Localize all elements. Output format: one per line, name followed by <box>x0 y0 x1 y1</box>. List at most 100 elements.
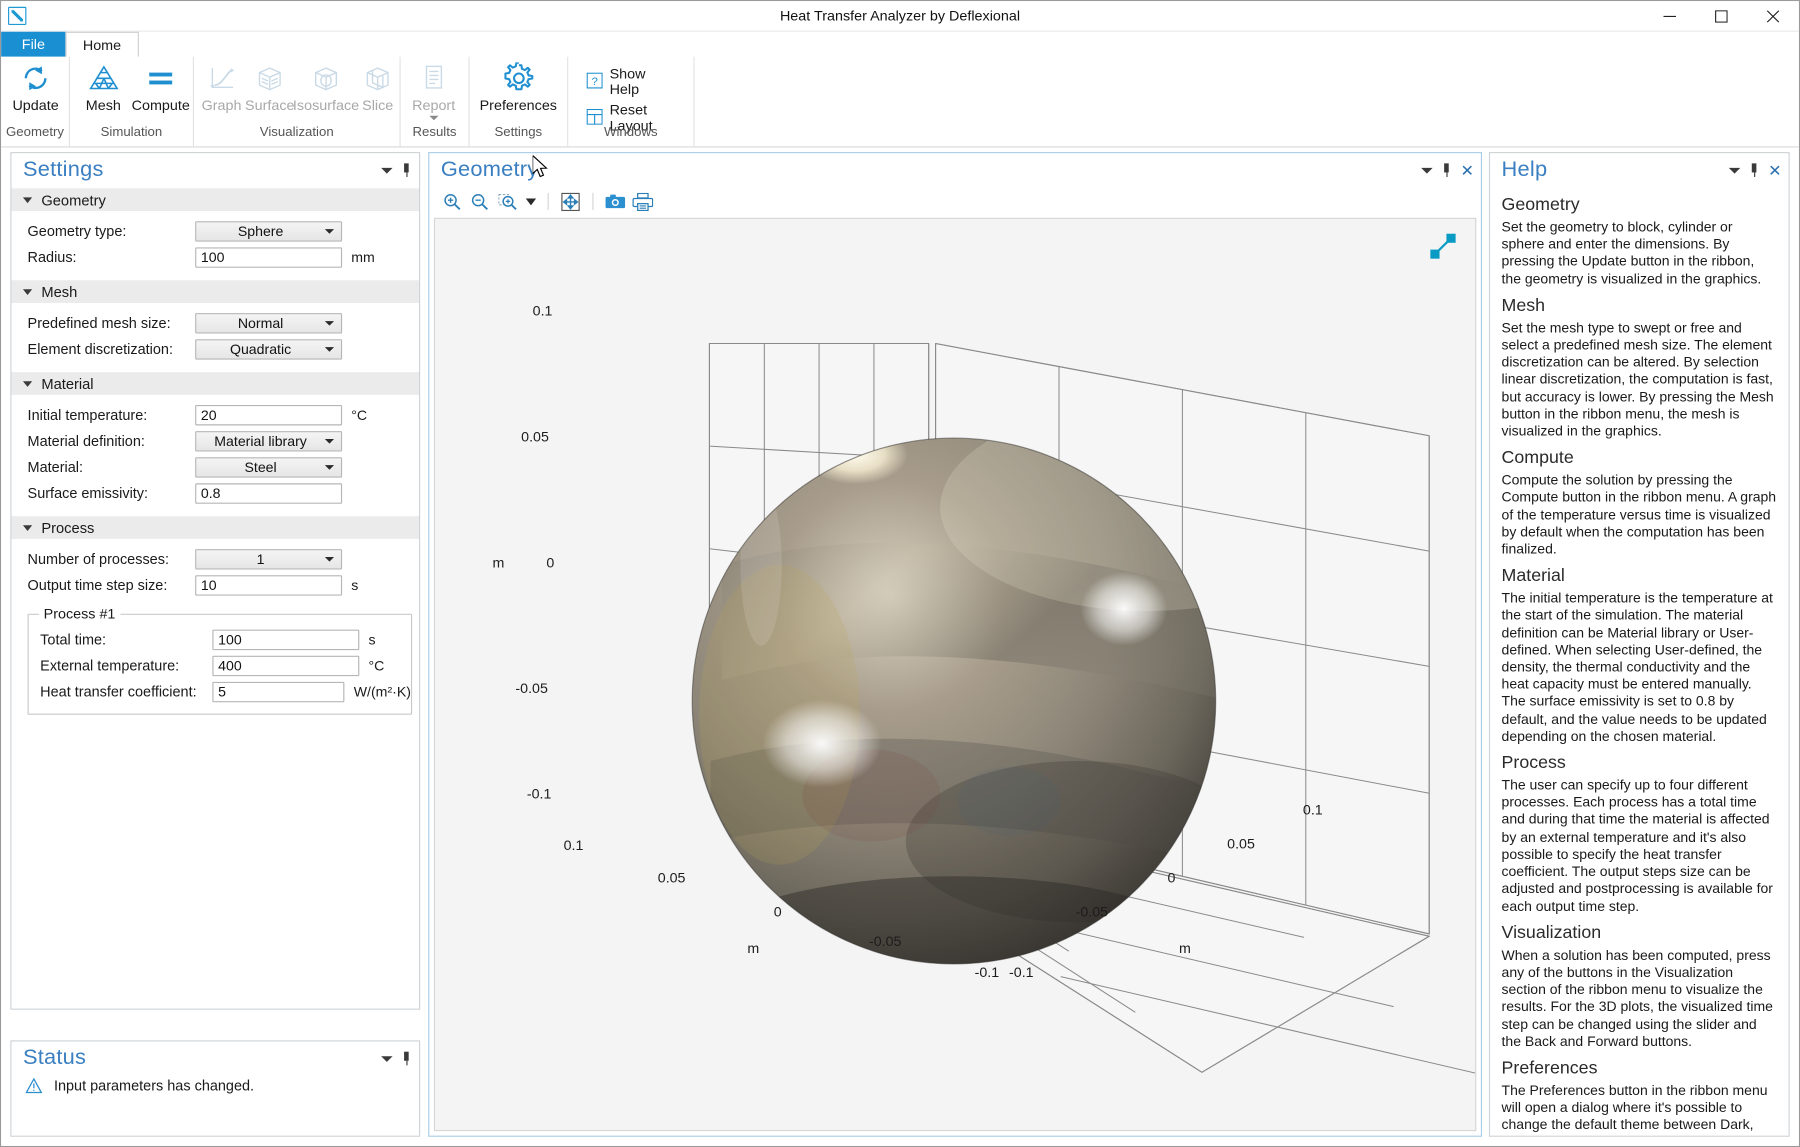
compute-button-label: Compute <box>131 97 190 114</box>
material-select[interactable]: Steel <box>195 456 343 478</box>
isosurface-cube-icon <box>312 61 340 95</box>
help-heading-mesh: Mesh <box>1501 295 1546 316</box>
axis-z-tick-1: 0.05 <box>521 428 549 445</box>
heat-transfer-coefficient-input[interactable]: 5 <box>212 681 345 702</box>
tab-file[interactable]: File <box>1 31 66 57</box>
settings-section-material-header[interactable]: Material <box>11 370 420 395</box>
show-help-label: Show Help <box>609 65 646 98</box>
help-text-visualization: When a solution has been computed, press… <box>1501 946 1773 1050</box>
external-temperature-input[interactable]: 400 <box>212 655 360 676</box>
update-button[interactable]: Update <box>6 57 66 113</box>
field-material-definition-label: Material definition: <box>27 432 145 449</box>
output-time-step-size-input[interactable]: 10 <box>195 574 343 596</box>
help-panel-pin-icon[interactable] <box>1749 163 1760 177</box>
zoom-region-icon[interactable] <box>496 191 519 213</box>
graph-button[interactable]: Graph <box>199 57 245 113</box>
isosurface-button-label: Isosurface <box>292 97 360 114</box>
settings-section-process-header[interactable]: Process <box>11 515 420 539</box>
preferences-button-label: Preferences <box>479 97 557 114</box>
close-button[interactable] <box>1747 1 1799 32</box>
axis-y-unit: m <box>1178 940 1191 957</box>
geometry-type-select[interactable]: Sphere <box>195 220 343 242</box>
settings-section-process-rows: Number of processes: 1 Output time step … <box>11 539 419 607</box>
chevron-down-icon <box>324 556 335 562</box>
settings-section-material-rows: Initial temperature: 20 °C Material defi… <box>11 395 419 515</box>
status-message: Input parameters has changed. <box>53 1077 255 1094</box>
settings-panel-body: Geometry Geometry type: Sphere Radius: 1… <box>11 187 420 1008</box>
preferences-button[interactable]: Preferences <box>474 57 562 114</box>
show-help-button[interactable]: ? Show Help <box>582 64 682 100</box>
settings-panel: Settings Geometry Geometry type: Sphere … <box>10 152 421 1010</box>
collapse-triangle-icon <box>22 288 33 295</box>
zoom-in-icon[interactable] <box>441 191 464 213</box>
ribbon-group-windows: ? Show Help Reset Layout Windows <box>568 56 695 147</box>
settings-section-geometry-header[interactable]: Geometry <box>11 187 420 212</box>
settings-section-material-label: Material <box>41 374 94 392</box>
field-predefined-mesh-size: Predefined mesh size: Normal <box>11 310 419 336</box>
chevron-down-icon <box>324 464 335 470</box>
toolbar-separator <box>547 192 549 210</box>
ribbon-group-visualization: Graph Surface Isosurface Slice Visualiza… <box>194 56 401 147</box>
ribbon-group-settings: Preferences Settings <box>470 56 569 147</box>
ribbon-group-geometry: Update Geometry <box>1 56 71 147</box>
minimize-button[interactable] <box>1644 1 1696 32</box>
slice-button[interactable]: Slice <box>357 57 398 113</box>
help-panel-menu-caret-icon[interactable] <box>1729 167 1741 174</box>
settings-panel-pin-icon[interactable] <box>401 163 412 177</box>
field-predefined-mesh-size-label: Predefined mesh size: <box>27 314 171 331</box>
mesh-triangle-icon <box>88 61 119 95</box>
predefined-mesh-size-select[interactable]: Normal <box>195 312 343 333</box>
help-heading-process: Process <box>1501 753 1566 773</box>
surface-emissivity-input[interactable]: 0.8 <box>195 482 343 504</box>
number-of-processes-select[interactable]: 1 <box>195 548 343 569</box>
report-button[interactable]: Report <box>405 57 462 121</box>
help-panel-title: Help <box>1501 157 1548 182</box>
total-time-input[interactable]: 100 <box>212 629 360 650</box>
external-temperature-unit: °C <box>368 657 385 674</box>
report-dropdown-caret-icon[interactable] <box>429 115 439 121</box>
equals-icon <box>146 61 176 95</box>
settings-panel-header: Settings <box>11 153 419 187</box>
field-surface-emissivity: Surface emissivity: 0.8 <box>11 480 419 506</box>
field-initial-temperature-label: Initial temperature: <box>27 406 148 423</box>
geometry-panel-menu-caret-icon[interactable] <box>1421 167 1433 174</box>
material-definition-select[interactable]: Material library <box>195 430 343 451</box>
surface-button[interactable]: Surface <box>245 57 296 113</box>
rotation-gizmo-icon[interactable] <box>1427 230 1459 262</box>
zoom-dropdown-caret-icon[interactable] <box>523 191 537 213</box>
element-discretization-value: Quadratic <box>229 340 292 357</box>
element-discretization-select[interactable]: Quadratic <box>195 338 343 360</box>
help-heading-material: Material <box>1501 566 1565 586</box>
svg-text:?: ? <box>591 76 597 88</box>
axis-x-unit: m <box>747 940 760 957</box>
fit-to-view-icon[interactable] <box>559 191 582 213</box>
help-text-material: The initial temperature is the temperatu… <box>1501 590 1773 745</box>
geometry-panel-pin-icon[interactable] <box>1441 163 1452 177</box>
ribbon-group-visualization-label: Visualization <box>259 125 334 140</box>
field-number-of-processes: Number of processes: 1 <box>11 546 419 572</box>
field-material: Material: Steel <box>11 454 419 480</box>
zoom-out-icon[interactable] <box>468 191 491 213</box>
field-material-label: Material: <box>27 458 83 475</box>
status-panel-menu-caret-icon[interactable] <box>381 1055 393 1062</box>
mesh-button[interactable]: Mesh <box>75 57 132 113</box>
tab-home[interactable]: Home <box>65 31 139 57</box>
surface-cube-icon <box>256 61 284 95</box>
isosurface-button[interactable]: Isosurface <box>292 57 360 114</box>
initial-temperature-input[interactable]: 20 <box>195 404 343 425</box>
camera-icon[interactable] <box>604 191 627 213</box>
status-panel-header: Status <box>11 1041 419 1075</box>
compute-button[interactable]: Compute <box>131 57 190 114</box>
settings-section-mesh-header[interactable]: Mesh <box>11 279 420 303</box>
status-panel-pin-icon[interactable] <box>401 1051 412 1066</box>
field-external-temperature: External temperature: 400 °C <box>29 652 411 678</box>
main-workspace: Settings Geometry Geometry type: Sphere … <box>1 147 1799 1146</box>
print-icon[interactable] <box>631 191 654 213</box>
maximize-button[interactable] <box>1696 1 1748 32</box>
geometry-panel-close-icon[interactable]: ✕ <box>1461 162 1474 178</box>
settings-panel-menu-caret-icon[interactable] <box>381 167 393 174</box>
help-panel-close-icon[interactable]: ✕ <box>1768 162 1781 178</box>
radius-input[interactable]: 100 <box>195 246 343 268</box>
field-heat-transfer-coefficient: Heat transfer coefficient: 5 W/(m²·K) <box>29 678 411 704</box>
geometry-viewport[interactable]: 0.1 0.05 0 -0.05 -0.1 m 0.1 0.05 0 -0.05… <box>433 217 1477 1132</box>
